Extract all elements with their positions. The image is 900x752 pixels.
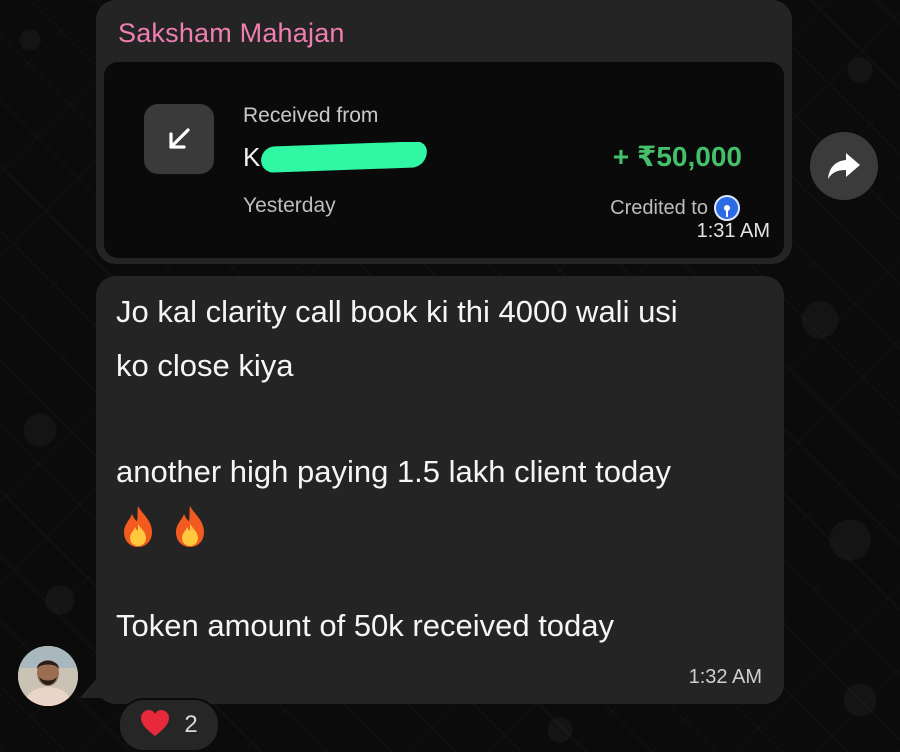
credited-to: Credited to xyxy=(610,195,740,221)
payment-amount: + ₹50,000 xyxy=(612,141,742,172)
avatar-image xyxy=(18,646,78,706)
bank-logo-icon xyxy=(714,195,740,221)
message-line: ko close kiya xyxy=(116,348,294,383)
credited-label: Credited to xyxy=(610,196,708,219)
payment-label: Received from xyxy=(243,104,379,127)
payer-name-wrap: K ARAO KA... xyxy=(243,142,563,176)
arrow-down-left-icon-svg xyxy=(169,128,190,149)
text-message-bubble[interactable]: Jo kal clarity call book ki thi 4000 wal… xyxy=(96,276,784,704)
arrow-down-left-icon xyxy=(144,104,214,174)
forward-button[interactable] xyxy=(810,132,878,200)
payment-card[interactable]: Received from K ARAO KA... + ₹50,000 Yes… xyxy=(104,62,784,258)
sender-avatar[interactable] xyxy=(18,646,78,706)
reaction-count: 2 xyxy=(184,711,198,738)
message-line: another high paying 1.5 lakh client toda… xyxy=(116,454,671,489)
heart-reaction-icon xyxy=(140,709,170,742)
fire-emoji xyxy=(120,504,156,553)
payment-timestamp: 1:31 AM xyxy=(696,220,770,242)
reaction-pill[interactable]: 2 xyxy=(118,698,220,752)
fire-emoji xyxy=(172,504,208,553)
sender-name[interactable]: Saksham Mahajan xyxy=(118,18,345,49)
forward-arrow-icon xyxy=(828,153,860,179)
message-line: Token amount of 50k received today xyxy=(116,608,615,643)
payment-date: Yesterday xyxy=(243,194,336,217)
fire-emoji-row xyxy=(120,504,208,553)
message-timestamp: 1:32 AM xyxy=(688,666,762,688)
payment-message-bubble[interactable]: Saksham Mahajan Received from K ARAO KA.… xyxy=(96,0,792,264)
message-line: Jo kal clarity call book ki thi 4000 wal… xyxy=(116,294,678,329)
